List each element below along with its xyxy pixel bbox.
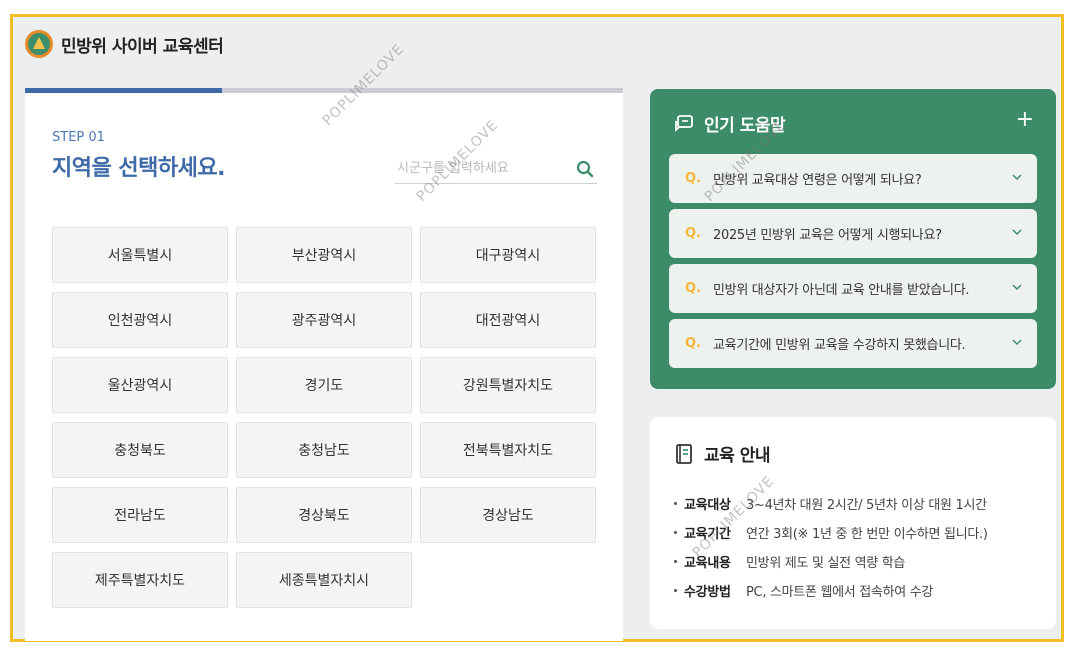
- book-icon: [676, 443, 692, 464]
- search-icon[interactable]: [575, 159, 595, 179]
- region-search-input[interactable]: [395, 155, 565, 182]
- region-select-panel: STEP 01 지역을 선택하세요. 서울특별시부산광역시대구광역시인천광역시광…: [25, 88, 623, 641]
- step-title: 지역을 선택하세요.: [52, 156, 225, 181]
- edu-list: 교육대상 3~4년차 대원 2시간/ 5년차 이상 대원 1시간교육기간 연간 3회…: [674, 489, 988, 605]
- region-button[interactable]: 울산광역시: [52, 357, 228, 413]
- region-button[interactable]: 충청남도: [236, 422, 412, 478]
- bullet-icon: [674, 589, 677, 592]
- edu-header: 교육 안내: [674, 441, 770, 466]
- step-label: STEP 01: [52, 130, 105, 145]
- edu-key: 수강방법: [684, 585, 731, 600]
- region-button[interactable]: 대전광역시: [420, 292, 596, 348]
- edu-value: 연간 3회(※ 1년 중 한 번만 이수하면 됩니다.): [746, 527, 988, 542]
- region-grid: 서울특별시 부산광역시 대구광역시인천광역시 광주광역시 대전광역시울산광역시 경기도 강원…: [52, 227, 596, 608]
- region-button[interactable]: 전북특별자치도: [420, 422, 596, 478]
- bullet-icon: [674, 531, 677, 534]
- region-button[interactable]: 전라남도: [52, 487, 228, 543]
- plus-icon[interactable]: +: [1016, 109, 1034, 131]
- region-button[interactable]: 인천광역시: [52, 292, 228, 348]
- faq-list: Q. 민방위 교육대상 연령은 어떻게 되나요? Q. 2025년 민방위 교육은 어…: [669, 154, 1037, 374]
- faq-item[interactable]: Q. 민방위 교육대상 연령은 어떻게 되나요?: [669, 154, 1037, 203]
- region-button[interactable]: 서울특별시: [52, 227, 228, 283]
- region-button[interactable]: 제주특별자치도: [52, 552, 228, 608]
- faq-question: 교육기간에 민방위 교육을 수강하지 못했습니다.: [713, 338, 966, 353]
- region-button[interactable]: 세종특별자치시: [236, 552, 412, 608]
- edu-value: PC, 스마트폰 웹에서 접속하여 수강: [746, 585, 934, 600]
- faq-question: 민방위 대상자가 아닌데 교육 안내를 받았습니다.: [713, 283, 970, 298]
- region-button[interactable]: 경기도: [236, 357, 412, 413]
- faq-panel: 인기 도움말 + Q. 민방위 교육대상 연령은 어떻게 되나요? Q. 2025년 …: [650, 89, 1056, 389]
- edu-key: 교육대상: [684, 498, 731, 513]
- edu-row: 교육대상 3~4년차 대원 2시간/ 5년차 이상 대원 1시간: [674, 489, 988, 518]
- bullet-icon: [674, 560, 677, 563]
- region-search: [395, 154, 597, 184]
- faq-item[interactable]: Q. 민방위 대상자가 아닌데 교육 안내를 받았습니다.: [669, 264, 1037, 313]
- bullet-icon: [674, 502, 677, 505]
- faq-item[interactable]: Q. 교육기간에 민방위 교육을 수강하지 못했습니다.: [669, 319, 1037, 368]
- faq-title: 인기 도움말: [704, 116, 786, 136]
- edu-key: 교육기간: [684, 527, 731, 542]
- region-button[interactable]: 충청북도: [52, 422, 228, 478]
- faq-q-label: Q.: [685, 336, 701, 351]
- region-button[interactable]: 광주광역시: [236, 292, 412, 348]
- edu-value: 민방위 제도 및 실전 역량 학습: [746, 556, 906, 571]
- edu-row: 교육기간 연간 3회(※ 1년 중 한 번만 이수하면 됩니다.): [674, 518, 988, 547]
- faq-q-label: Q.: [685, 171, 701, 186]
- chevron-down-icon[interactable]: [1011, 171, 1023, 183]
- faq-header: 인기 도움말: [674, 111, 786, 136]
- edu-key: 교육내용: [684, 556, 731, 571]
- page-frame: 민방위 사이버 교육센터 STEP 01 지역을 선택하세요. 서울특별시부산광…: [10, 14, 1064, 642]
- site-title[interactable]: 민방위 사이버 교육센터: [61, 32, 224, 57]
- faq-question: 2025년 민방위 교육은 어떻게 시행되나요?: [713, 228, 942, 243]
- region-button[interactable]: 경상남도: [420, 487, 596, 543]
- faq-q-label: Q.: [685, 281, 701, 296]
- civil-defense-logo-icon[interactable]: [25, 30, 53, 58]
- region-button[interactable]: 강원특별자치도: [420, 357, 596, 413]
- region-button[interactable]: 경상북도: [236, 487, 412, 543]
- edu-info-panel: 교육 안내 교육대상 3~4년차 대원 2시간/ 5년차 이상 대원 1시간교육기…: [650, 417, 1056, 629]
- faq-item[interactable]: Q. 2025년 민방위 교육은 어떻게 시행되나요?: [669, 209, 1037, 258]
- region-button[interactable]: 부산광역시: [236, 227, 412, 283]
- edu-row: 수강방법 PC, 스마트폰 웹에서 접속하여 수강: [674, 576, 988, 605]
- chevron-down-icon[interactable]: [1011, 336, 1023, 348]
- step-progress-fill: [25, 88, 223, 93]
- chat-bubble-icon: [675, 114, 693, 132]
- region-button[interactable]: 대구광역시: [420, 227, 596, 283]
- edu-row: 교육내용 민방위 제도 및 실전 역량 학습: [674, 547, 988, 576]
- chevron-down-icon[interactable]: [1011, 226, 1023, 238]
- edu-value: 3~4년차 대원 2시간/ 5년차 이상 대원 1시간: [746, 498, 987, 513]
- edu-title: 교육 안내: [704, 446, 770, 466]
- step-progress-track: [25, 88, 623, 93]
- site-header: 민방위 사이버 교육센터: [25, 29, 224, 59]
- faq-q-label: Q.: [685, 226, 701, 241]
- chevron-down-icon[interactable]: [1011, 281, 1023, 293]
- faq-question: 민방위 교육대상 연령은 어떻게 되나요?: [713, 173, 922, 188]
